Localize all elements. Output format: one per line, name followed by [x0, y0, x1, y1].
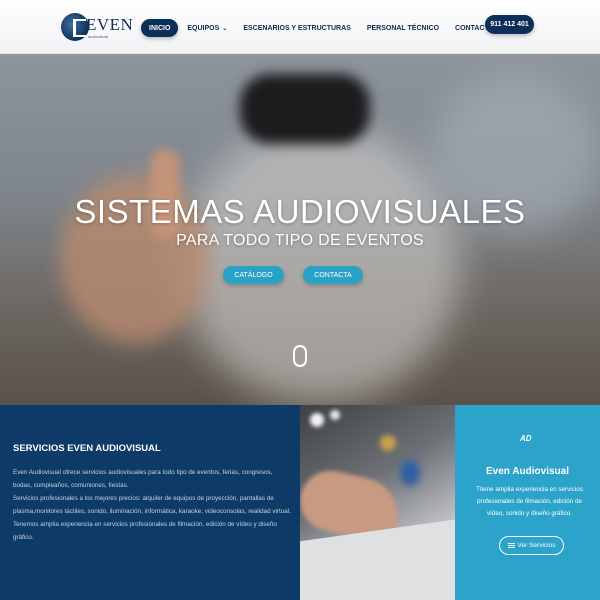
bokeh-light [380, 435, 396, 451]
catalog-button[interactable]: CATÁLOGO [223, 266, 284, 284]
services-description: Even Audiovisual ofrece servicios audiov… [13, 466, 293, 544]
services-title: SERVICIOS EVEN AUDIOVISUAL [13, 443, 161, 454]
logo-mark-icon [61, 13, 89, 41]
bokeh-light [310, 413, 324, 427]
about-text: Ttiene amplia experiencia en servicios p… [476, 486, 583, 517]
nav-equipos-label: EQUIPOS [187, 24, 220, 32]
logo-subtitle: audiovisual [88, 34, 109, 39]
chevron-down-icon: ⌄ [222, 25, 228, 32]
hero-background-image [180, 124, 460, 404]
site-header: EVEN audiovisual INICIO EQUIPOS ⌄ ESCENA… [0, 0, 600, 54]
nav-inicio[interactable]: INICIO [141, 19, 179, 37]
bokeh-light [400, 460, 420, 486]
mixer-image [300, 405, 455, 600]
nav-escenarios[interactable]: ESCENARIOS Y ESTRUCTURAS [243, 19, 350, 37]
scroll-down-icon[interactable] [293, 345, 307, 367]
logo-text: EVEN [86, 15, 134, 34]
ver-servicios-button[interactable]: Ver Servicios [499, 536, 564, 555]
hero-title: SISTEMAS AUDIOVISUALES [74, 193, 526, 230]
phone-button[interactable]: 911 412 401 [485, 15, 534, 34]
list-icon [507, 543, 515, 548]
bokeh-light [330, 410, 340, 420]
services-paragraph: Tenemos amplia experiencia en servicios … [13, 521, 277, 541]
nav-equipos[interactable]: EQUIPOS ⌄ [187, 19, 227, 37]
vr-headset-shape [240, 74, 370, 144]
services-paragraph: Even Audiovisual ofrece servicios audiov… [13, 469, 273, 489]
services-paragraph: Servicios profesionales a los mejores pr… [13, 495, 291, 515]
contact-button[interactable]: CONTACTA [303, 266, 363, 284]
main-nav: INICIO EQUIPOS ⌄ ESCENARIOS Y ESTRUCTURA… [141, 19, 509, 37]
logo[interactable]: EVEN audiovisual [61, 13, 133, 43]
hero-subtitle: PARA TODO TIPO DE EVENTOS [176, 232, 424, 249]
ver-servicios-label: Ver Servicios [517, 542, 556, 549]
about-title: Even Audiovisual [486, 466, 569, 477]
nav-personal-tecnico[interactable]: PERSONAL TÉCNICO [367, 19, 439, 37]
ad-logo: AD [520, 434, 532, 443]
